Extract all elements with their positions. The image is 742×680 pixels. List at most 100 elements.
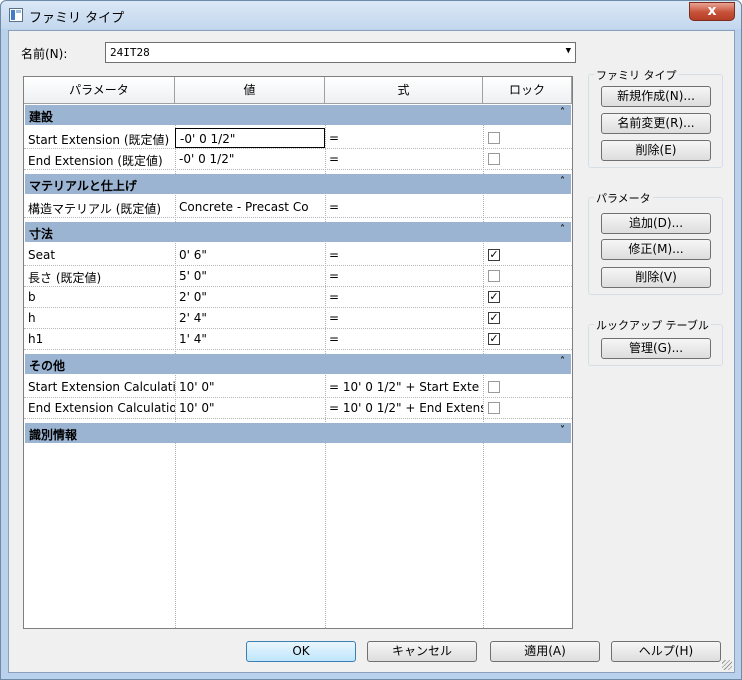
help-button[interactable]: ヘルプ(H) (611, 641, 721, 662)
group-header[interactable]: 寸法 ˄ (25, 222, 571, 242)
parameter-grid: パラメータ 値 式 ロック 建設 ˄ Start Extension (既定値) -0… (23, 76, 573, 629)
collapse-chevron-icon[interactable]: ˄ (560, 176, 565, 187)
header-lock[interactable]: ロック (483, 77, 572, 104)
lookup-table-group-title: ルックアップ テーブル (594, 317, 711, 333)
lock-checkbox[interactable]: ✓ (488, 249, 500, 261)
rename-type-button[interactable]: 名前変更(R)... (601, 113, 711, 134)
table-row: h 2' 4" = ✓ (24, 308, 572, 329)
name-label: 名前(N): (21, 47, 68, 61)
table-row: Seat 0' 6" = ✓ (24, 245, 572, 266)
formula-cell[interactable]: = (325, 266, 483, 286)
manage-lookup-button[interactable]: 管理(G)... (601, 338, 711, 359)
app-icon (9, 8, 23, 22)
new-type-button[interactable]: 新規作成(N)... (601, 86, 711, 107)
value-cell[interactable]: 2' 0" (175, 287, 325, 307)
value-cell[interactable]: -0' 0 1/2" (175, 149, 325, 169)
group-header[interactable]: 建設 ˄ (25, 105, 571, 125)
group-header[interactable]: マテリアルと仕上げ ˄ (25, 174, 571, 194)
parameter-name-cell: Start Extension Calculati (28, 380, 175, 394)
lock-checkbox[interactable] (488, 381, 500, 393)
lock-cell (483, 128, 572, 148)
table-row: 長さ (既定値) 5' 0" = (24, 266, 572, 287)
ok-button[interactable]: OK (246, 641, 356, 662)
apply-button[interactable]: 適用(A) (490, 641, 600, 662)
group-label: 寸法 (29, 227, 54, 241)
chevron-down-icon[interactable]: ▼ (566, 46, 571, 56)
group-label: マテリアルと仕上げ (29, 179, 137, 193)
parameter-name-cell: Seat (28, 248, 56, 262)
lock-checkbox[interactable]: ✓ (488, 312, 500, 324)
remove-parameter-button[interactable]: 削除(V) (601, 267, 711, 288)
formula-cell[interactable]: = (325, 329, 483, 349)
family-types-group-title: ファミリ タイプ (594, 67, 679, 83)
lock-checkbox[interactable] (488, 402, 500, 414)
type-name-value: 24IT28 (110, 46, 150, 59)
formula-cell[interactable]: = (325, 287, 483, 307)
formula-cell[interactable]: = (325, 128, 483, 148)
lock-checkbox[interactable] (488, 132, 500, 144)
resize-grip-icon[interactable] (722, 660, 732, 670)
group-label: その他 (29, 359, 66, 373)
formula-cell[interactable]: = (325, 308, 483, 328)
lock-checkbox[interactable]: ✓ (488, 333, 500, 345)
formula-cell[interactable]: = 10' 0 1/2" + Start Exte (325, 377, 483, 397)
group-header[interactable]: その他 ˄ (25, 354, 571, 374)
value-cell[interactable]: 10' 0" (175, 398, 325, 418)
close-button[interactable]: x (689, 2, 735, 21)
formula-cell[interactable]: = 10' 0 1/2" + End Extens (325, 398, 483, 418)
parameter-name-cell: End Extension (既定値) (28, 154, 163, 168)
lock-cell (483, 266, 572, 286)
delete-type-button[interactable]: 削除(E) (601, 140, 711, 161)
window-title: ファミリ タイプ (29, 11, 125, 26)
value-cell[interactable]: 0' 6" (175, 245, 325, 265)
value-cell[interactable]: -0' 0 1/2" (175, 128, 325, 148)
formula-cell[interactable]: = (325, 149, 483, 169)
collapse-chevron-icon[interactable]: ˄ (560, 224, 565, 235)
parameter-name-cell: h (28, 311, 36, 325)
collapse-chevron-icon[interactable]: ˄ (560, 356, 565, 367)
lock-cell (483, 398, 572, 418)
table-row: b 2' 0" = ✓ (24, 287, 572, 308)
lock-cell: ✓ (483, 308, 572, 328)
header-formula[interactable]: 式 (325, 77, 483, 104)
family-types-group: ファミリ タイプ 新規作成(N)... 名前変更(R)... 削除(E) (588, 67, 723, 168)
lock-cell (483, 197, 572, 217)
parameter-name-cell: Start Extension (既定値) (28, 133, 170, 147)
lock-checkbox[interactable] (488, 153, 500, 165)
value-cell[interactable]: 5' 0" (175, 266, 325, 286)
parameters-group: パラメータ 追加(D)... 修正(M)... 削除(V) (588, 190, 723, 295)
title-bar[interactable]: ファミリ タイプ x (1, 1, 741, 29)
value-cell[interactable]: 10' 0" (175, 377, 325, 397)
table-row: h1 1' 4" = ✓ (24, 329, 572, 350)
collapse-chevron-icon[interactable]: ˄ (560, 107, 565, 118)
parameter-name-cell: 構造マテリアル (既定値) (28, 202, 162, 216)
lock-cell (483, 377, 572, 397)
add-parameter-button[interactable]: 追加(D)... (601, 213, 711, 234)
lock-cell (483, 149, 572, 169)
header-value[interactable]: 値 (175, 77, 325, 104)
group-header[interactable]: 識別情報 ˅ (25, 423, 571, 443)
value-cell[interactable]: Concrete - Precast Co (175, 197, 325, 217)
dialog-body: 名前(N): 24IT28 ▼ パラメータ 値 式 ロック 建設 ˄ Start E… (8, 30, 735, 673)
table-row: Start Extension Calculati 10' 0" = 10' 0 1… (24, 377, 572, 398)
expand-chevron-icon[interactable]: ˅ (560, 425, 565, 436)
cancel-button[interactable]: キャンセル (367, 641, 477, 662)
header-parameter[interactable]: パラメータ (24, 77, 175, 104)
modify-parameter-button[interactable]: 修正(M)... (601, 239, 711, 260)
value-cell[interactable]: 2' 4" (175, 308, 325, 328)
lock-checkbox[interactable]: ✓ (488, 291, 500, 303)
parameters-group-title: パラメータ (594, 190, 653, 206)
lookup-table-group: ルックアップ テーブル 管理(G)... (588, 317, 723, 366)
group-label: 建設 (29, 110, 54, 124)
parameter-name-cell: b (28, 290, 36, 304)
lock-checkbox[interactable] (488, 270, 500, 282)
formula-cell[interactable]: = (325, 197, 483, 217)
value-cell[interactable]: 1' 4" (175, 329, 325, 349)
parameter-name-cell: 長さ (既定値) (28, 271, 102, 285)
table-row: End Extension Calculatio 10' 0" = 10' 0 1/… (24, 398, 572, 419)
type-name-dropdown[interactable]: 24IT28 ▼ (105, 42, 576, 63)
formula-cell[interactable]: = (325, 245, 483, 265)
group-label: 識別情報 (29, 428, 78, 442)
table-row: End Extension (既定値) -0' 0 1/2" = (24, 149, 572, 170)
family-types-dialog: ファミリ タイプ x 名前(N): 24IT28 ▼ パラメータ 値 式 ロック… (0, 0, 742, 680)
